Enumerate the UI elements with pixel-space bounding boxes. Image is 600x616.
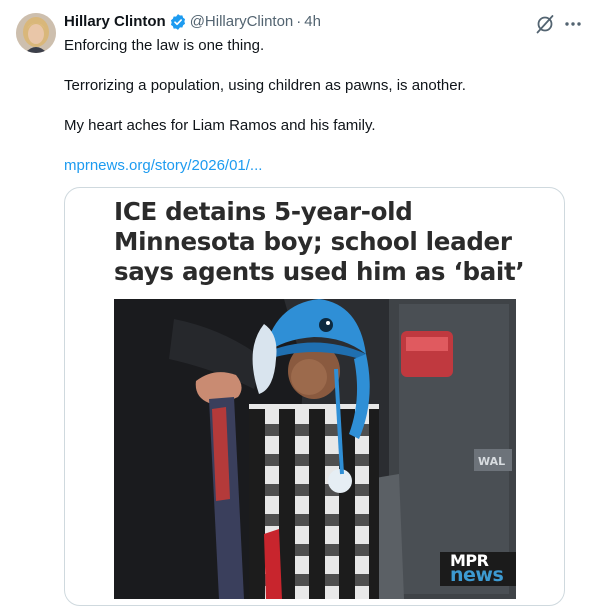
author-handle[interactable]: @HillaryClinton (190, 12, 294, 32)
tweet: Hillary Clinton @HillaryClinton · 4h Enf… (0, 0, 600, 616)
separator-dot: · (296, 13, 302, 30)
tweet-text-line: Enforcing the law is one thing. (64, 37, 265, 54)
verified-badge-icon[interactable] (169, 13, 187, 31)
vehicle-badge: WAL (478, 455, 505, 468)
avatar[interactable] (16, 13, 56, 53)
avatar-image (16, 13, 56, 53)
article-headline: ICE detains 5-year-old Minnesota boy; sc… (114, 197, 534, 287)
headline-line: ICE detains 5-year-old (114, 197, 413, 226)
author-name[interactable]: Hillary Clinton (64, 12, 166, 32)
tweet-text-line: My heart aches for Liam Ramos and his fa… (64, 117, 376, 134)
link-preview-card[interactable]: ICE detains 5-year-old Minnesota boy; sc… (64, 187, 565, 606)
headline-line: Minnesota boy; school leader (114, 227, 512, 256)
tweet-header: Hillary Clinton @HillaryClinton · 4h (64, 12, 321, 32)
article-link[interactable]: mprnews.org/story/2026/01/... (64, 156, 262, 176)
logo-text-news: news (450, 564, 504, 586)
mpr-news-logo: MPR news (440, 552, 516, 586)
tweet-text-line: Terrorizing a population, using children… (64, 77, 466, 94)
article-photo: WAL MPR news (114, 299, 516, 599)
grok-icon[interactable] (534, 13, 556, 35)
headline-line: says agents used him as ‘bait’ (114, 257, 525, 286)
more-icon[interactable] (562, 13, 584, 35)
timestamp[interactable]: 4h (304, 12, 321, 32)
